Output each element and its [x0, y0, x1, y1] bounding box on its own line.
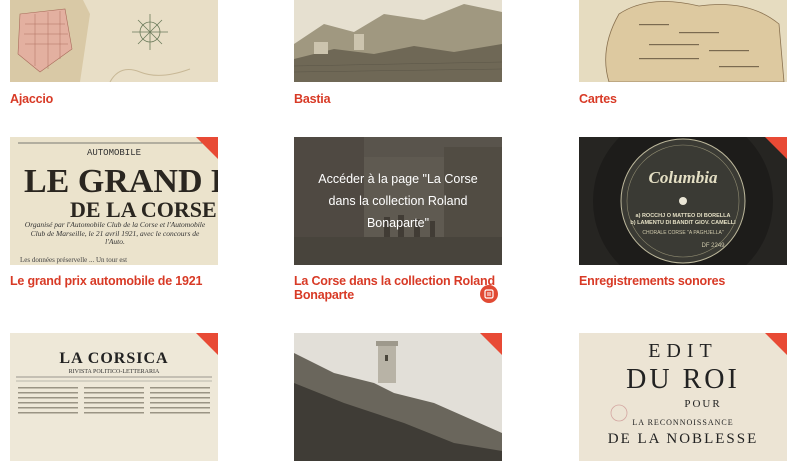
clipping-headline-1: LE GRAND PRIX: [24, 163, 218, 200]
doc-line4: LA RECONNOISSANCE: [632, 418, 733, 427]
hover-overlay[interactable]: Accéder à la page "La Corse dans la coll…: [294, 137, 502, 265]
card-image[interactable]: EDIT DU ROI POUR LA RECONNOISSANCE DE LA…: [579, 333, 787, 461]
clipping-body: Organisé par l'Automobile Club de la Cor…: [24, 221, 206, 246]
card-title[interactable]: Bastia: [294, 92, 502, 106]
card-title[interactable]: Le grand prix automobile de 1921: [10, 274, 218, 288]
clipping-footer: Les données préservelle ... Un tour est: [20, 256, 127, 264]
card-image[interactable]: AUTOMOBILE LE GRAND PRIX DE LA CORSE Org…: [10, 137, 218, 265]
corner-fold-icon: [480, 333, 502, 355]
doc-line1: EDIT: [648, 340, 718, 362]
card-title[interactable]: La Corse dans la collection Roland Bonap…: [294, 274, 502, 302]
corner-fold-icon: [765, 333, 787, 355]
record-artist: CHORALE CORSE "A PAGHJELLA": [642, 230, 723, 236]
clipping-headline-2: DE LA CORSE: [70, 197, 217, 222]
record-line2: b) LAMENTU DI BANDIT GIOV. CAMELLI: [630, 220, 736, 226]
newspaper-name: LA CORSICA: [59, 350, 168, 367]
record-brand: Columbia: [649, 168, 718, 187]
card-image[interactable]: [579, 0, 787, 82]
media-badge-icon: [480, 285, 498, 303]
newspaper-subtitle: RIVISTA POLITICO-LETTERARIA: [69, 369, 160, 375]
record-line1: a) ROCCHJ O MATTEO DI BORELLA: [636, 213, 731, 219]
card-title[interactable]: Enregistrements sonores: [579, 274, 787, 288]
corner-fold-icon: [196, 137, 218, 159]
card-image[interactable]: [294, 0, 502, 82]
doc-line3: POUR: [684, 398, 721, 410]
card-image[interactable]: [10, 0, 218, 82]
corner-fold-icon: [196, 333, 218, 355]
clipping-header: AUTOMOBILE: [87, 148, 141, 158]
card-image[interactable]: [294, 333, 502, 461]
doc-line5: DE LA NOBLESSE: [608, 431, 759, 447]
card-image[interactable]: LA CORSICA RIVISTA POLITICO-LETTERARIA: [10, 333, 218, 461]
card-title[interactable]: Ajaccio: [10, 92, 218, 106]
record-catalog: DF 2249: [701, 243, 725, 249]
card-title[interactable]: Cartes: [579, 92, 787, 106]
corner-fold-icon: [765, 137, 787, 159]
doc-line2: DU ROI: [626, 364, 740, 395]
card-image[interactable]: Columbia a) ROCCHJ O MATTEO DI BORELLA b…: [579, 137, 787, 265]
overlay-link-text[interactable]: Accéder à la page "La Corse dans la coll…: [304, 168, 492, 234]
